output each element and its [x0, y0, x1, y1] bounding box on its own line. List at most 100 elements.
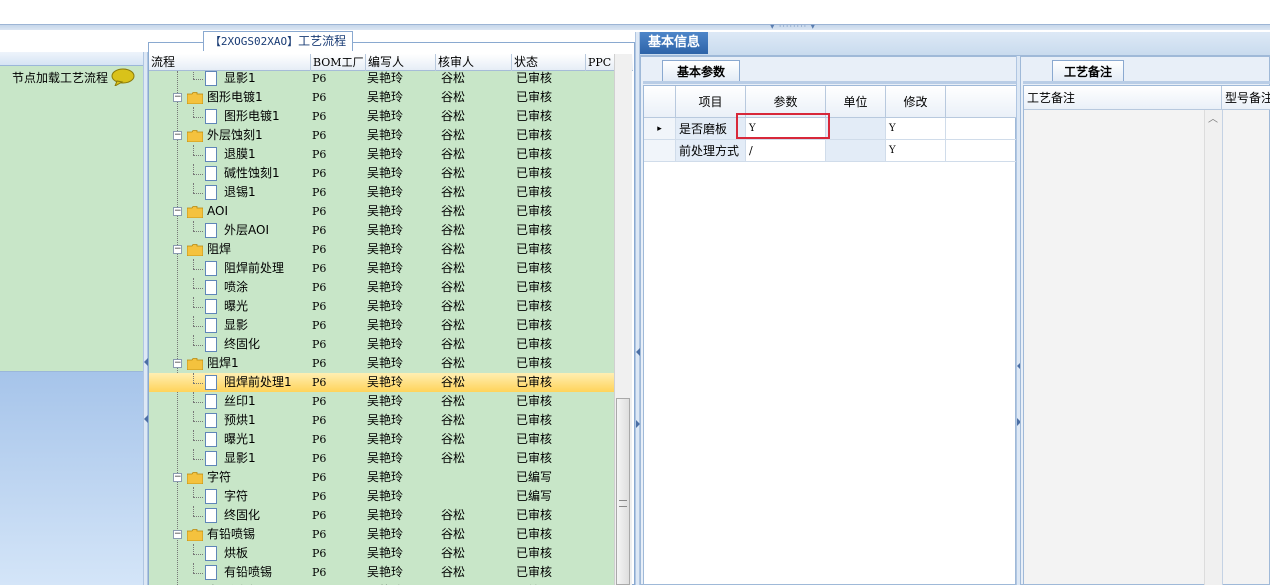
- tree-step-row[interactable]: 退锡1 P6 吴艳玲 谷松 已审核: [149, 183, 614, 202]
- tree-step-row[interactable]: 退膜1 P6 吴艳玲 谷松 已审核: [149, 145, 614, 164]
- notes-scroll-up-icon[interactable]: ︿: [1206, 114, 1220, 126]
- tab-basic-info[interactable]: 基本信息: [640, 32, 708, 54]
- document-icon: [205, 185, 217, 200]
- left-nav-item-label[interactable]: 节点加载工艺流程: [12, 69, 108, 86]
- tree-node-label[interactable]: 阻焊: [207, 240, 231, 259]
- tree-node-label[interactable]: 有铅喷锡: [207, 525, 255, 544]
- tree-step-row[interactable]: 终固化 P6 吴艳玲 谷松 已审核: [149, 506, 614, 525]
- tree-folder-row[interactable]: − 字符 P6 吴艳玲 已编写: [149, 468, 614, 487]
- col-header-writer[interactable]: 编写人: [366, 54, 436, 71]
- tab-process-notes[interactable]: 工艺备注: [1052, 60, 1124, 82]
- folder-icon: [187, 244, 203, 256]
- tree-node-label[interactable]: 图形电镀1: [207, 88, 263, 107]
- bom-factory-cell: P6: [312, 376, 327, 389]
- collapse-toggle-icon[interactable]: −: [173, 93, 182, 102]
- col-header-flow[interactable]: 流程: [149, 54, 311, 71]
- tree-folder-row[interactable]: − 有铅喷锡 P6 吴艳玲 谷松 已审核: [149, 525, 614, 544]
- collapse-toggle-icon[interactable]: −: [173, 245, 182, 254]
- tree-step-row[interactable]: 烘板 P6 吴艳玲 谷松 已审核: [149, 544, 614, 563]
- tree-node-label[interactable]: 终固化: [224, 335, 260, 354]
- tree-node-label[interactable]: 退膜1: [224, 145, 256, 164]
- tree-node-label[interactable]: AOI: [207, 202, 228, 221]
- tree-step-row[interactable]: 曝光 P6 吴艳玲 谷松 已审核: [149, 297, 614, 316]
- document-icon: [205, 299, 217, 314]
- tree-step-row[interactable]: 阻焊前处理 P6 吴艳玲 谷松 已审核: [149, 259, 614, 278]
- grid-cell-param[interactable]: /: [746, 140, 826, 161]
- tree-node-label[interactable]: 外层AOI: [224, 221, 269, 240]
- status-cell: 已审核: [516, 261, 553, 275]
- tree-node-label[interactable]: 字符: [207, 468, 231, 487]
- tree-step-row[interactable]: 预烘1 P6 吴艳玲 谷松 已审核: [149, 411, 614, 430]
- tree-step-row[interactable]: 喷涂 P6 吴艳玲 谷松 已审核: [149, 278, 614, 297]
- top-splitter[interactable]: [0, 24, 1270, 30]
- collapse-toggle-icon[interactable]: −: [173, 359, 182, 368]
- grid-cell-unit[interactable]: [826, 118, 886, 139]
- tree-step-row[interactable]: 丝印1 P6 吴艳玲 谷松 已审核: [149, 392, 614, 411]
- tree-step-row[interactable]: 碱性蚀刻1 P6 吴艳玲 谷松 已审核: [149, 164, 614, 183]
- splitter-grip-icon[interactable]: ▾ ········ ▾: [762, 23, 824, 31]
- notes-scrollbar[interactable]: [1204, 110, 1222, 585]
- tree-node-label[interactable]: 曝光1: [224, 430, 256, 449]
- bom-factory-cell: P6: [312, 205, 327, 218]
- tree-node-label[interactable]: 显影1: [224, 71, 256, 88]
- grid-cell-modify[interactable]: Y: [886, 118, 946, 139]
- tree-step-row[interactable]: 字符 P6 吴艳玲 已编写: [149, 487, 614, 506]
- tree-node-label[interactable]: 图形电镀1: [224, 107, 280, 126]
- tree-node-label[interactable]: 退锡1: [224, 183, 256, 202]
- grid-cell-item[interactable]: 前处理方式: [676, 140, 746, 161]
- tree-step-row[interactable]: 图形电镀1 P6 吴艳玲 谷松 已审核: [149, 107, 614, 126]
- grid-col-modify[interactable]: 修改: [886, 86, 946, 118]
- folder-icon: [187, 529, 203, 541]
- tree-node-label[interactable]: 显影1: [224, 449, 256, 468]
- tree-node-label[interactable]: 喷涂: [224, 278, 248, 297]
- col-header-bom[interactable]: BOM工厂: [311, 54, 366, 71]
- grid-cell-unit[interactable]: [826, 140, 886, 161]
- tree-node-label[interactable]: 丝印1: [224, 392, 256, 411]
- collapse-toggle-icon[interactable]: −: [173, 131, 182, 140]
- tree-node-label[interactable]: 碱性蚀刻1: [224, 164, 280, 183]
- grid-cell-modify[interactable]: Y: [886, 140, 946, 161]
- tree-step-row[interactable]: 显影1 P6 吴艳玲 谷松 已审核: [149, 71, 614, 88]
- tree-step-row[interactable]: 终固化 P6 吴艳玲 谷松 已审核: [149, 335, 614, 354]
- tree-step-row[interactable]: 有铅喷锡 P6 吴艳玲 谷松 已审核: [149, 563, 614, 582]
- col-header-status[interactable]: 状态: [512, 54, 586, 71]
- col-process-notes[interactable]: 工艺备注: [1024, 86, 1222, 110]
- left-nav-item[interactable]: [0, 66, 143, 372]
- tree-node-label[interactable]: 阻焊前处理: [224, 259, 284, 278]
- collapse-toggle-icon[interactable]: −: [173, 530, 182, 539]
- grid-col-unit[interactable]: 单位: [826, 86, 886, 118]
- tree-node-label[interactable]: 阻焊1: [207, 354, 239, 373]
- tree-step-row[interactable]: 显影 P6 吴艳玲 谷松 已审核: [149, 316, 614, 335]
- grid-row[interactable]: 前处理方式 / Y: [644, 140, 1016, 162]
- speech-bubble-icon[interactable]: [111, 68, 135, 86]
- tree-folder-row[interactable]: − AOI P6 吴艳玲 谷松 已审核: [149, 202, 614, 221]
- tree-node-label[interactable]: 烘板: [224, 544, 248, 563]
- tree-folder-row[interactable]: − 阻焊 P6 吴艳玲 谷松 已审核: [149, 240, 614, 259]
- tree-node-label[interactable]: 阻焊前处理1: [224, 373, 292, 392]
- tree-node-label[interactable]: 字符: [224, 487, 248, 506]
- collapse-toggle-icon[interactable]: −: [173, 207, 182, 216]
- document-icon: [205, 565, 217, 580]
- tree-folder-row[interactable]: − 图形电镀1 P6 吴艳玲 谷松 已审核: [149, 88, 614, 107]
- tree-node-label[interactable]: 外层蚀刻1: [207, 126, 263, 145]
- tab-basic-params[interactable]: 基本参数: [662, 60, 740, 82]
- reviewer-cell: 谷松: [441, 71, 466, 85]
- grid-row[interactable]: ▸ 是否磨板 Y Y: [644, 118, 1016, 140]
- status-cell: 已审核: [516, 451, 553, 465]
- tree-step-row[interactable]: 外层AOI P6 吴艳玲 谷松 已审核: [149, 221, 614, 240]
- tree-node-label[interactable]: 曝光: [224, 297, 248, 316]
- col-header-reviewer[interactable]: 核审人: [436, 54, 512, 71]
- tree-folder-row[interactable]: − 外层蚀刻1 P6 吴艳玲 谷松 已审核: [149, 126, 614, 145]
- tree-node-label[interactable]: 显影: [224, 316, 248, 335]
- tree-folder-row[interactable]: − 阻焊1 P6 吴艳玲 谷松 已审核: [149, 354, 614, 373]
- tree-node-label[interactable]: 终固化: [224, 506, 260, 525]
- col-model-notes[interactable]: 型号备注: [1222, 86, 1270, 110]
- tree-node-label[interactable]: 预烘1: [224, 411, 256, 430]
- tree-step-row[interactable]: 曝光1 P6 吴艳玲 谷松 已审核: [149, 430, 614, 449]
- tree-scrollbar-thumb[interactable]: [616, 398, 630, 585]
- tree-step-row[interactable]: 显影1 P6 吴艳玲 谷松 已审核: [149, 449, 614, 468]
- collapse-toggle-icon[interactable]: −: [173, 473, 182, 482]
- bom-factory-cell: P6: [312, 319, 327, 332]
- tree-step-row[interactable]: 阻焊前处理1 P6 吴艳玲 谷松 已审核: [149, 373, 614, 392]
- tree-node-label[interactable]: 有铅喷锡: [224, 563, 272, 582]
